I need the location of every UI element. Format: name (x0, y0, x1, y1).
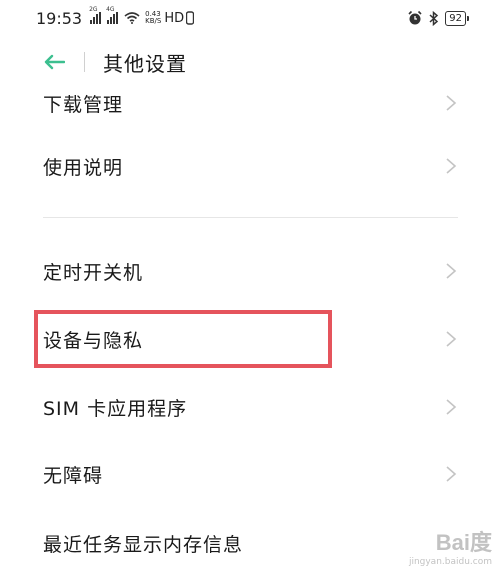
item-label: 定时开关机 (43, 261, 144, 284)
chevron-right-icon (446, 399, 457, 415)
watermark-logo: Bai度 (435, 530, 492, 555)
wifi-icon (124, 12, 140, 24)
settings-item-accessibility[interactable]: 无障碍 (0, 444, 500, 504)
section-divider (43, 217, 458, 218)
item-label: SIM 卡应用程序 (43, 397, 188, 420)
status-right: 92 (407, 10, 469, 26)
sim1-tag: 2G (89, 6, 98, 13)
signal-sim2-icon: 4G (106, 6, 119, 24)
back-button[interactable] (42, 50, 66, 74)
signal-sim1-icon: 2G (89, 6, 102, 24)
item-label: 使用说明 (43, 156, 124, 179)
chevron-right-icon (446, 331, 457, 347)
settings-item-sim-toolkit[interactable]: SIM 卡应用程序 (0, 377, 500, 437)
status-bar: 19:53 2G 4G 0.43 KB/S HD 92 (0, 0, 500, 36)
chevron-right-icon (446, 95, 457, 111)
chevron-right-icon (446, 158, 457, 174)
baidu-watermark: Bai度 jingyan.baidu.com (409, 525, 492, 567)
back-arrow-icon (44, 54, 65, 70)
network-speed: 0.43 KB/S (145, 11, 161, 25)
alarm-icon (408, 10, 422, 25)
chevron-right-icon (446, 466, 457, 482)
battery-icon: 92 (445, 10, 469, 26)
title-bar: 其他设置 (0, 36, 500, 88)
page-title: 其他设置 (103, 51, 187, 76)
item-label: 最近任务显示内存信息 (43, 533, 244, 556)
hd-indicator: HD (164, 10, 185, 26)
item-label: 无障碍 (43, 464, 104, 487)
highlight-box (34, 310, 332, 368)
data-arrows-icon (186, 11, 195, 25)
item-label: 下载管理 (43, 93, 124, 116)
chevron-right-icon (446, 263, 457, 279)
sim2-tag: 4G (106, 6, 115, 13)
watermark-url: jingyan.baidu.com (408, 557, 492, 567)
speed-unit: KB/S (145, 17, 162, 25)
title-divider (84, 52, 85, 72)
bluetooth-icon (429, 10, 439, 26)
settings-item-user-guide[interactable]: 使用说明 (0, 136, 500, 196)
status-time: 19:53 (36, 8, 83, 28)
settings-item-scheduled-power[interactable]: 定时开关机 (0, 241, 500, 301)
